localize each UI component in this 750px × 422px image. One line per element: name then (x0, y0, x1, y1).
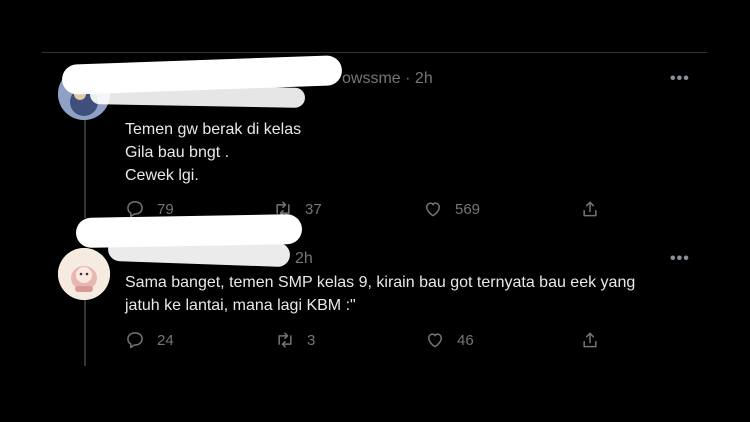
retweet-count: 37 (305, 200, 322, 218)
reply-button[interactable]: 24 (125, 330, 174, 350)
redacted-name-scribble-2 (107, 236, 291, 268)
thread-line-1 (84, 118, 86, 218)
avatar[interactable] (58, 248, 110, 300)
redacted-name-scribble-2 (89, 84, 306, 108)
handle[interactable]: owssme (342, 70, 401, 87)
top-divider (42, 52, 707, 53)
like-button[interactable]: 46 (425, 330, 474, 350)
like-button[interactable]: 569 (423, 199, 480, 219)
tweet-meta: owssme · 2h (342, 70, 433, 88)
timestamp[interactable]: 2h (415, 70, 433, 87)
share-button[interactable] (580, 199, 600, 219)
share-icon (583, 201, 597, 217)
thread-line-2 (84, 300, 86, 366)
like-icon (426, 202, 440, 217)
retweet-button[interactable]: 3 (275, 330, 315, 350)
retweet-count: 3 (307, 331, 316, 349)
tweet-text: Sama banget, temen SMP kelas 9, kirain b… (125, 274, 636, 314)
tweet-meta: 2h (295, 250, 313, 268)
retweet-icon (278, 332, 292, 348)
reply-icon (127, 332, 143, 349)
tweet-text: Temen gw berak di kelas Gila bau bngt . … (125, 121, 302, 184)
more-options-button[interactable]: ••• (670, 250, 690, 268)
reply-count: 24 (157, 331, 174, 349)
share-icon (583, 332, 597, 348)
like-icon (428, 333, 442, 348)
like-count: 569 (455, 200, 481, 218)
tweet-actions: 24 3 46 (125, 330, 605, 352)
reply-count: 79 (157, 200, 174, 218)
share-button[interactable] (580, 330, 600, 350)
like-count: 46 (457, 331, 474, 349)
separator: · (405, 70, 411, 87)
more-options-button[interactable]: ••• (670, 70, 690, 88)
timestamp[interactable]: 2h (295, 250, 313, 267)
